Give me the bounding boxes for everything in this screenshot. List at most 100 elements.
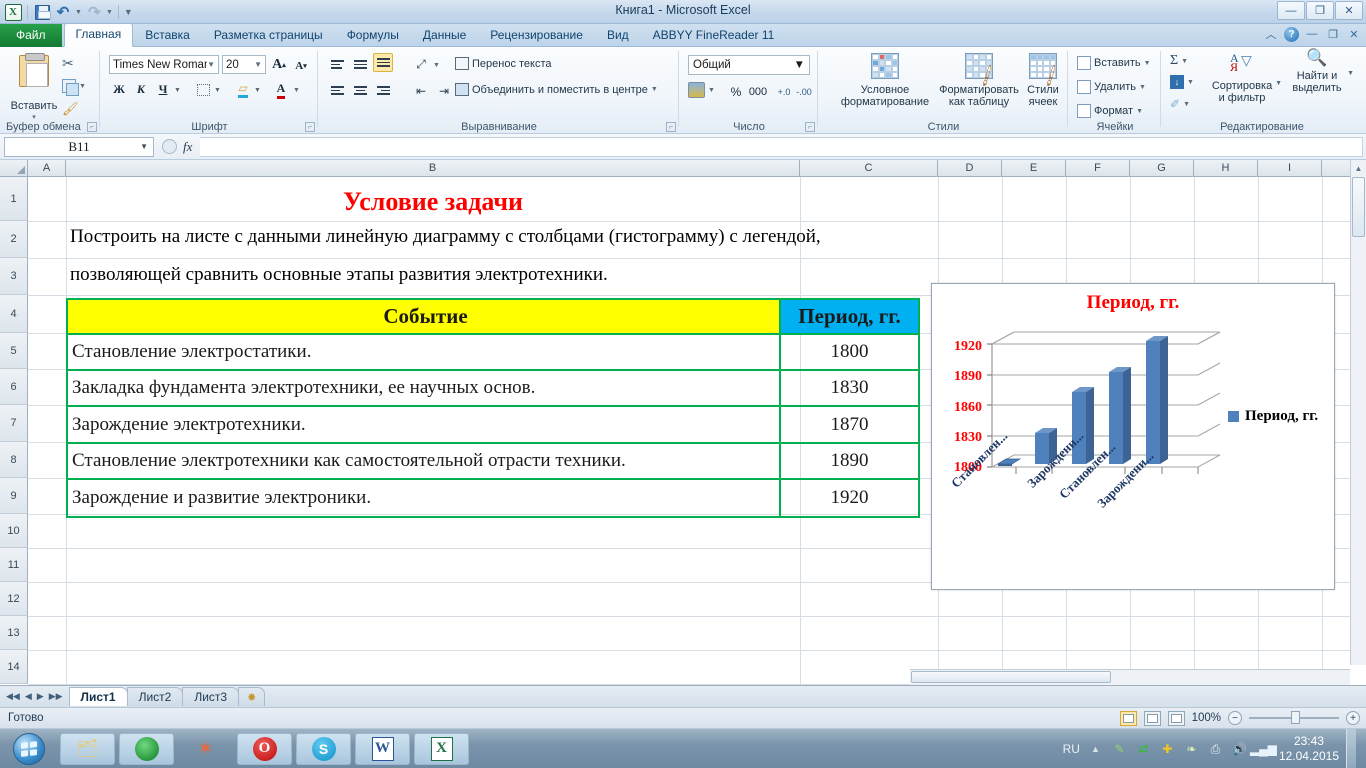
signal-icon[interactable]: ▂▄▆ <box>1250 741 1277 758</box>
next-sheet-icon[interactable]: ▶ <box>37 691 44 702</box>
collapse-ribbon-icon[interactable]: ︿ <box>1263 26 1279 42</box>
ribbon-tabs[interactable]: Файл Главная Вставка Разметка страницы Ф… <box>0 23 787 47</box>
name-box-caret-icon[interactable]: ▼ <box>140 142 148 151</box>
cut-button[interactable]: ✂ <box>62 55 74 72</box>
table-row[interactable]: Закладка фундамента электротехники, ее н… <box>68 371 918 407</box>
table-row[interactable]: Становление электротехники как самостоят… <box>68 444 918 480</box>
delete-cells-caret-icon[interactable]: ▼ <box>1139 84 1146 91</box>
table-header-period[interactable]: Период, гг. <box>781 300 918 333</box>
column-header-f[interactable]: F <box>1066 160 1130 177</box>
borders-caret-icon[interactable]: ▼ <box>214 87 221 94</box>
format-painter-button[interactable]: 🖌 <box>62 101 79 117</box>
tab-home[interactable]: Главная <box>63 23 134 47</box>
column-header-g[interactable]: G <box>1130 160 1194 177</box>
tab-insert[interactable]: Вставка <box>133 24 202 47</box>
row-header-14[interactable]: 14 <box>0 650 28 684</box>
row-header-6[interactable]: 6 <box>0 369 28 405</box>
column-header-d[interactable]: D <box>938 160 1002 177</box>
last-sheet-icon[interactable]: ▶▶ <box>49 691 63 702</box>
clock[interactable]: 23:43 12.04.2015 <box>1279 734 1339 764</box>
workbook-minimize-icon[interactable]: — <box>1304 26 1320 42</box>
tab-file[interactable]: Файл <box>0 24 62 47</box>
conditional-formatting-button[interactable]: Условное форматирование <box>835 53 935 108</box>
orientation-caret-icon[interactable]: ▼ <box>433 62 440 69</box>
taskbar-item-opera[interactable]: O <box>237 732 292 765</box>
horizontal-scrollbar[interactable] <box>910 669 1350 685</box>
select-all-corner[interactable] <box>0 160 28 177</box>
taskbar-item-antenna[interactable] <box>119 732 174 765</box>
copy-button[interactable]: ▼ <box>62 79 86 96</box>
leaf-icon[interactable]: ❧ <box>1183 741 1200 758</box>
table-cell-period[interactable]: 1920 <box>781 480 918 516</box>
font-family-caret-icon[interactable]: ▼ <box>207 60 215 69</box>
font-dialog-launcher[interactable]: ⌐ <box>305 122 315 132</box>
zoom-out-button[interactable]: − <box>1228 711 1242 725</box>
table-row[interactable]: Становление электростатики. 1800 <box>68 335 918 371</box>
column-header-h[interactable]: H <box>1194 160 1258 177</box>
bold-button[interactable]: Ж <box>109 80 129 99</box>
increase-font-icon[interactable]: A ▴ <box>269 55 289 74</box>
table-cell-period[interactable]: 1870 <box>781 407 918 442</box>
table-cell-event[interactable]: Закладка фундамента электротехники, ее н… <box>68 371 781 405</box>
align-top-button[interactable] <box>327 55 347 74</box>
update-icon[interactable]: ✚ <box>1159 741 1176 758</box>
start-button[interactable] <box>2 730 56 768</box>
row-header-10[interactable]: 10 <box>0 514 28 548</box>
underline-caret-icon[interactable]: ▼ <box>174 87 181 94</box>
insert-cells-caret-icon[interactable]: ▼ <box>1144 60 1151 67</box>
workbook-close-icon[interactable]: ✕ <box>1346 26 1362 42</box>
language-indicator[interactable]: RU <box>1063 742 1080 756</box>
clear-caret-icon[interactable]: ▼ <box>1183 101 1190 108</box>
taskbar-item-skype[interactable]: S <box>296 732 351 765</box>
tab-abbyy-finereader[interactable]: ABBYY FineReader 11 <box>641 24 787 47</box>
number-dialog-launcher[interactable]: ⌐ <box>805 122 815 132</box>
cell-b1-title[interactable]: Условие задачи <box>66 187 800 217</box>
formula-input[interactable] <box>200 136 1363 157</box>
page-break-view-button[interactable] <box>1167 710 1185 726</box>
formula-bar-buttons[interactable]: fx <box>154 139 200 155</box>
decrease-font-icon[interactable]: A ▾ <box>291 56 311 75</box>
worksheet-grid[interactable]: A B C D E F G H I J 1 2 3 4 5 6 7 8 9 10… <box>0 160 1366 685</box>
window-controls[interactable]: — ❐ ✕ <box>1277 1 1363 20</box>
cell-b3-text[interactable]: позволяющей сравнить основные этапы разв… <box>70 264 608 286</box>
scroll-up-arrow-icon[interactable]: ▲ <box>1351 160 1366 176</box>
row-header-5[interactable]: 5 <box>0 333 28 369</box>
number-format-caret-icon[interactable]: ▼ <box>794 59 805 71</box>
increase-indent-button[interactable]: ⇥ <box>434 81 454 100</box>
show-desktop-button[interactable] <box>1346 729 1356 768</box>
find-select-caret-icon[interactable]: ▼ <box>1347 68 1354 80</box>
copy-caret-icon[interactable]: ▼ <box>79 83 86 90</box>
row-header-9[interactable]: 9 <box>0 478 28 514</box>
name-box[interactable]: B11 ▼ <box>4 136 154 157</box>
underline-button[interactable]: Ч <box>153 80 173 99</box>
status-bar-right[interactable]: 100% − + <box>1119 710 1360 726</box>
comma-format-button[interactable]: 000 <box>748 82 768 101</box>
vertical-scroll-thumb[interactable] <box>1352 177 1365 237</box>
pen-icon[interactable]: ✎ <box>1111 741 1128 758</box>
taskbar-item-wireframe[interactable]: ✶ <box>178 733 233 765</box>
page-layout-view-button[interactable] <box>1143 710 1161 726</box>
wrap-text-button[interactable]: Перенос текста <box>455 57 552 70</box>
restore-button[interactable]: ❐ <box>1306 1 1334 20</box>
clipboard-dialog-launcher[interactable]: ⌐ <box>87 122 97 132</box>
fill-caret-icon[interactable]: ▼ <box>1187 79 1194 86</box>
font-size-caret-icon[interactable]: ▼ <box>254 60 262 69</box>
autosum-button[interactable]: Σ ▼ <box>1170 53 1188 69</box>
delete-cells-button[interactable]: Удалить ▼ <box>1077 80 1146 94</box>
show-hidden-icons-icon[interactable]: ▲ <box>1087 741 1104 758</box>
sort-filter-caret-icon[interactable]: ▼ <box>1275 78 1282 90</box>
table-cell-period[interactable]: 1830 <box>781 371 918 405</box>
normal-view-button[interactable] <box>1119 710 1137 726</box>
taskbar-item-word[interactable]: W <box>355 732 410 765</box>
column-header-b[interactable]: B <box>66 160 800 177</box>
data-table[interactable]: Событие Период, гг. Становление электрос… <box>66 298 920 518</box>
align-right-button[interactable] <box>373 81 393 100</box>
network-icon[interactable]: ⇄ <box>1135 741 1152 758</box>
vertical-scrollbar[interactable]: ▲ <box>1350 160 1366 665</box>
alignment-dialog-launcher[interactable]: ⌐ <box>666 122 676 132</box>
align-middle-button[interactable] <box>350 55 370 74</box>
tab-page-layout[interactable]: Разметка страницы <box>202 24 335 47</box>
fill-color-caret-icon[interactable]: ▼ <box>254 87 261 94</box>
sheet-tab-2[interactable]: Лист2 <box>126 687 184 706</box>
font-family-combo[interactable]: Times New Roman ▼ <box>109 55 219 74</box>
